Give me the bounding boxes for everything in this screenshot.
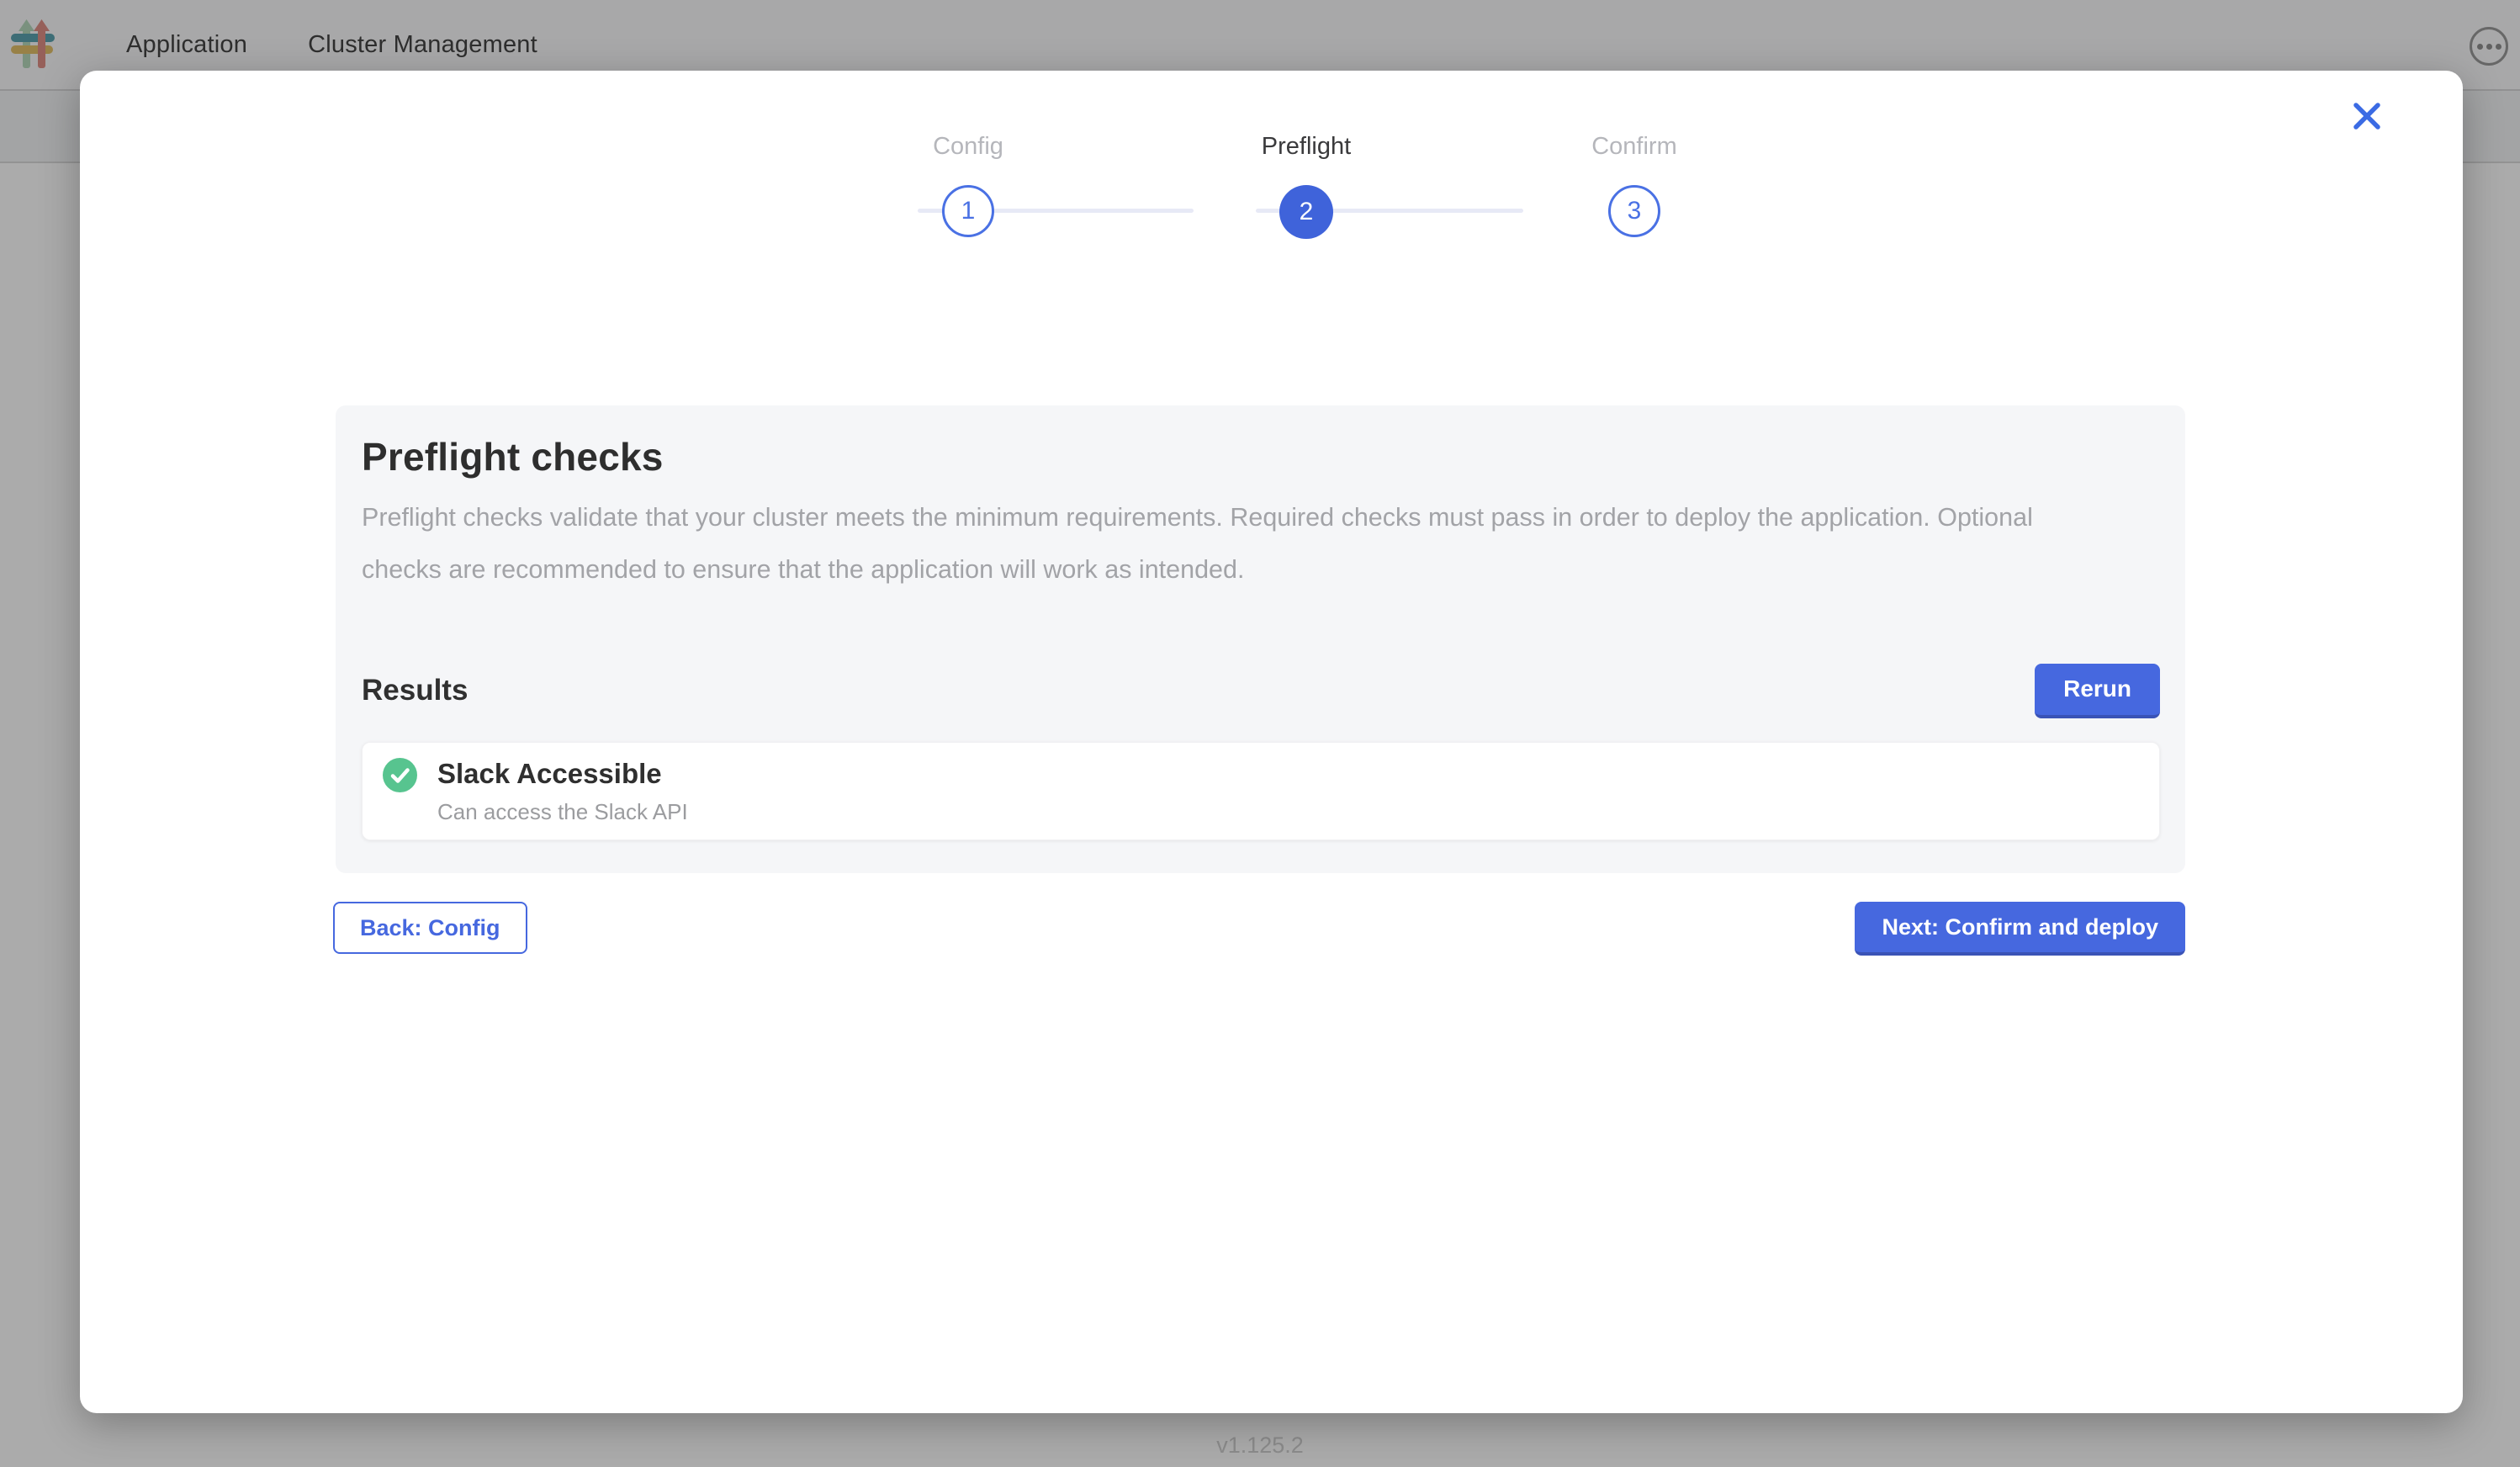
step-number: 2 (1300, 198, 1314, 226)
back-config-button[interactable]: Back: Config (333, 902, 527, 954)
app-screen: Application Cluster Management v1.125.2 … (0, 0, 2520, 1467)
next-confirm-deploy-button[interactable]: Next: Confirm and deploy (1855, 902, 2185, 956)
step-label: Config (842, 131, 1094, 162)
preflight-modal: Config 1 Preflight 2 Confirm 3 Preflight… (80, 71, 2463, 1413)
step-circle: 2 (1279, 185, 1333, 239)
modal-actions: Back: Config Next: Confirm and deploy (333, 902, 2185, 956)
step-circle: 3 (1608, 185, 1660, 237)
preflight-panel: Preflight checks Preflight checks valida… (336, 405, 2185, 873)
results-header-row: Results Rerun (362, 663, 2160, 718)
step-number: 3 (1628, 197, 1642, 225)
deploy-stepper: Config 1 Preflight 2 Confirm 3 (80, 71, 2463, 289)
stepper-step-preflight: Preflight 2 (1180, 131, 1432, 239)
step-label: Confirm (1508, 131, 1760, 162)
stepper-step-confirm: Confirm 3 (1508, 131, 1760, 237)
step-number: 1 (961, 197, 976, 225)
check-circle-icon (383, 758, 417, 792)
panel-description: Preflight checks validate that your clus… (362, 491, 2111, 596)
panel-title: Preflight checks (362, 434, 2160, 479)
rerun-button[interactable]: Rerun (2035, 664, 2160, 718)
results-heading: Results (362, 674, 468, 707)
step-circle: 1 (942, 185, 994, 237)
result-detail: Can access the Slack API (437, 798, 688, 825)
preflight-result-row: Slack Accessible Can access the Slack AP… (362, 742, 2160, 840)
result-title: Slack Accessible (437, 756, 688, 792)
stepper-step-config: Config 1 (842, 131, 1094, 237)
result-text-block: Slack Accessible Can access the Slack AP… (437, 756, 688, 825)
step-label: Preflight (1180, 131, 1432, 162)
